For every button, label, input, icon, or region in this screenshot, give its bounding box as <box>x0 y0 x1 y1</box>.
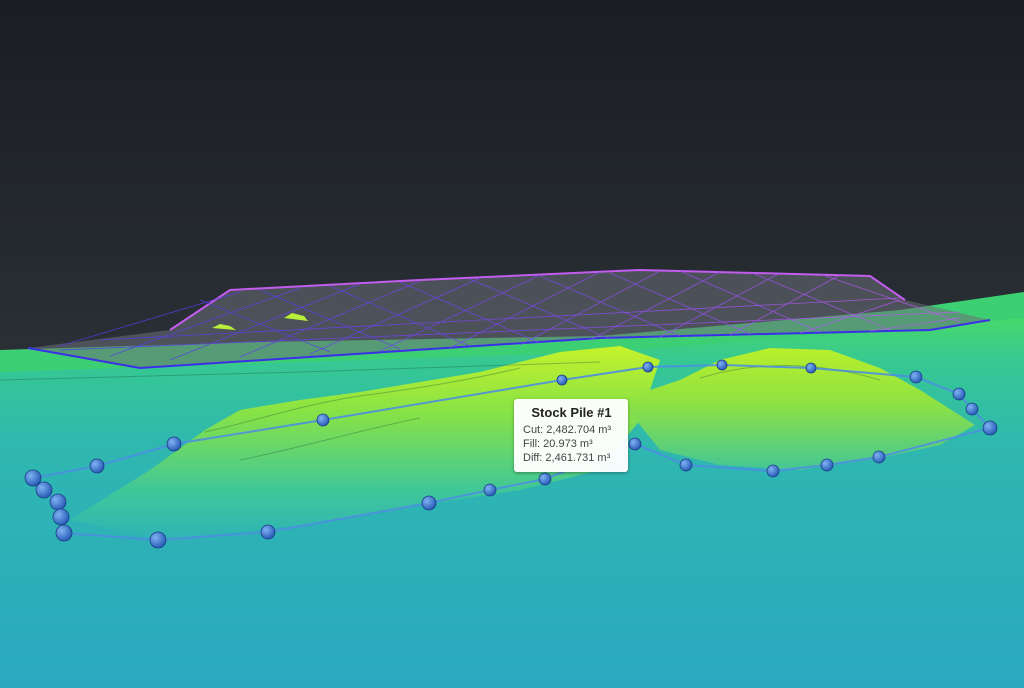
boundary-handle[interactable] <box>642 361 654 373</box>
boundary-handle[interactable] <box>820 458 834 472</box>
boundary-handle[interactable] <box>556 374 568 386</box>
boundary-handle[interactable] <box>538 472 552 486</box>
boundary-handle[interactable] <box>35 481 53 499</box>
boundary-handle[interactable] <box>679 458 693 472</box>
boundary-handle[interactable] <box>166 436 182 452</box>
boundary-handle[interactable] <box>260 524 276 540</box>
boundary-handle[interactable] <box>965 402 979 416</box>
cut-value: 2,482.704 m³ <box>546 424 612 436</box>
boundary-handle[interactable] <box>805 362 817 374</box>
diff-label: Diff: <box>523 452 543 464</box>
boundary-handle[interactable] <box>421 495 437 511</box>
3d-viewport[interactable] <box>0 0 1024 688</box>
boundary-handle[interactable] <box>716 359 728 371</box>
diff-volume: Diff: 2,461.731 m³ <box>523 451 620 465</box>
boundary-handle[interactable] <box>766 464 780 478</box>
cut-label: Cut: <box>523 424 544 436</box>
boundary-handle[interactable] <box>872 450 886 464</box>
stockpile-info-tooltip: Stock Pile #1 Cut: 2,482.704 m³ Fill: 20… <box>514 399 628 472</box>
boundary-handle[interactable] <box>982 420 998 436</box>
diff-value: 2,461.731 m³ <box>545 452 611 464</box>
cut-volume: Cut: 2,482.704 m³ <box>523 423 620 437</box>
boundary-handle[interactable] <box>49 493 67 511</box>
boundary-handle[interactable] <box>628 437 642 451</box>
fill-volume: Fill: 20.973 m³ <box>523 437 620 451</box>
fill-value: 20.973 m³ <box>543 438 593 450</box>
boundary-handle[interactable] <box>316 413 330 427</box>
boundary-handle[interactable] <box>149 531 167 549</box>
fill-label: Fill: <box>523 438 541 450</box>
boundary-handle[interactable] <box>52 508 70 526</box>
boundary-handle[interactable] <box>483 483 497 497</box>
boundary-handle[interactable] <box>909 370 923 384</box>
boundary-handle[interactable] <box>55 524 73 542</box>
boundary-handle[interactable] <box>952 387 966 401</box>
boundary-handle[interactable] <box>89 458 105 474</box>
stockpile-title: Stock Pile #1 <box>531 405 612 420</box>
